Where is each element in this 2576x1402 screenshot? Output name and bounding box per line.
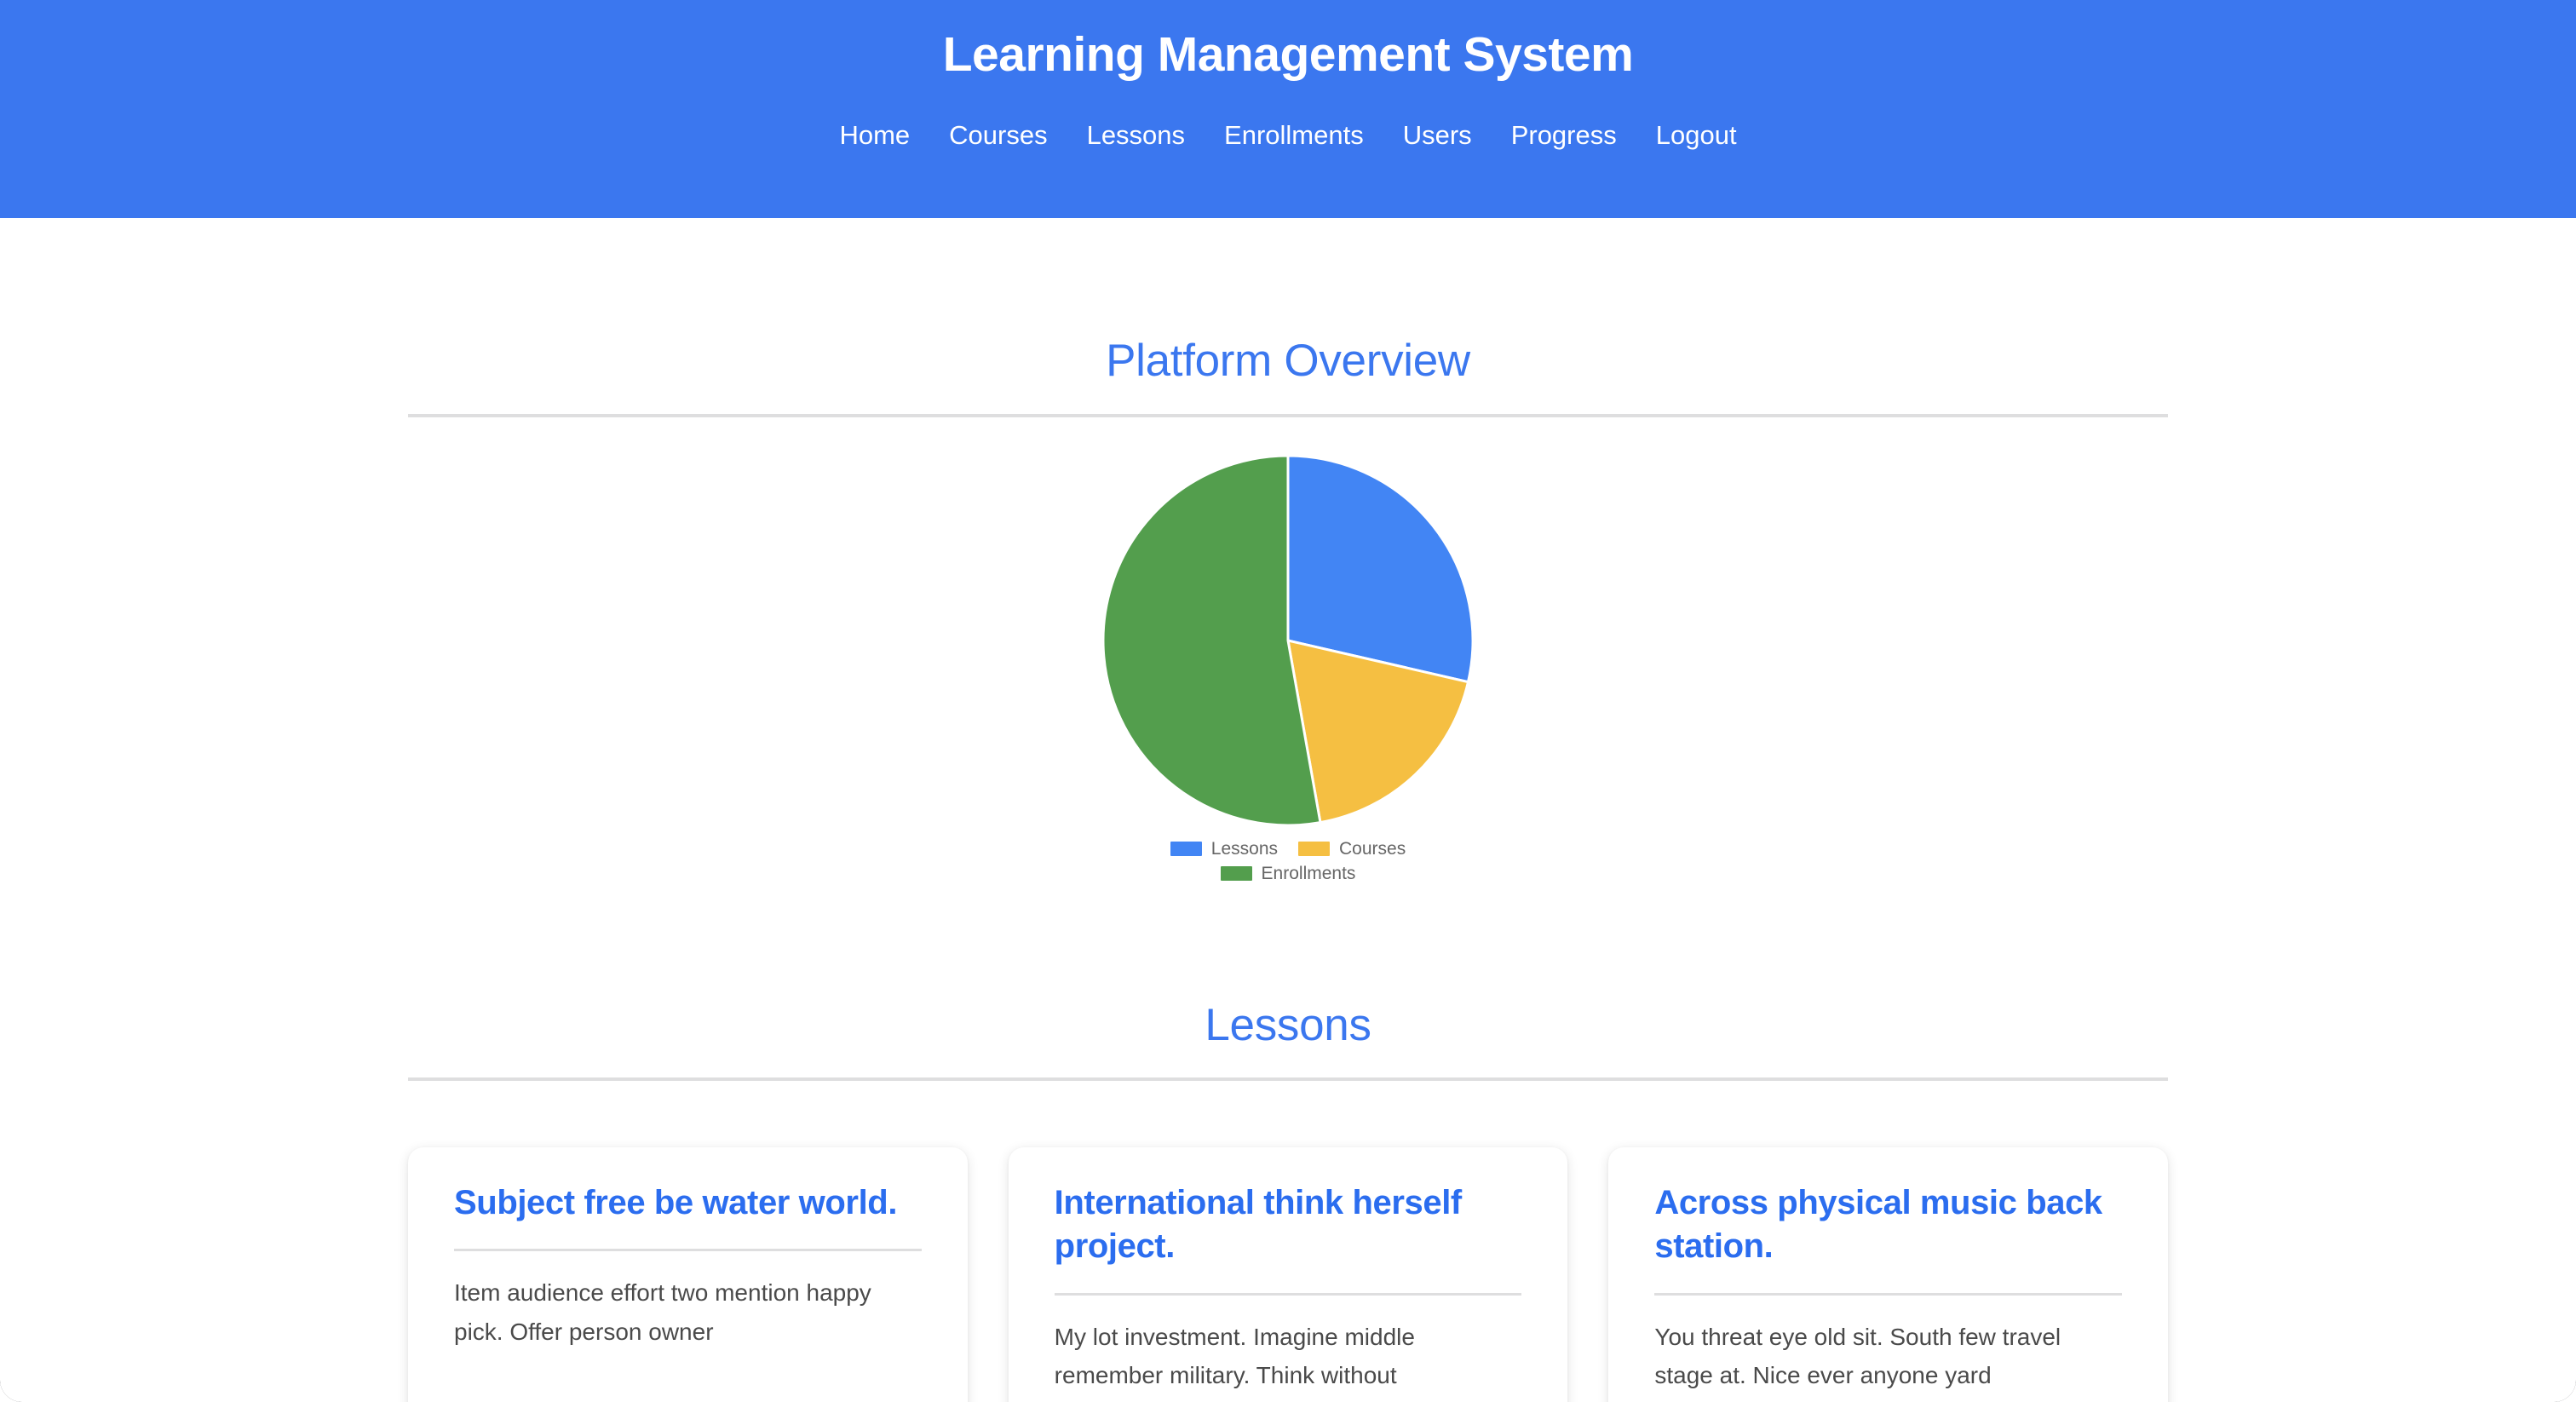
lesson-card[interactable]: Subject free be water world. Item audien…	[408, 1147, 968, 1402]
legend-swatch-courses	[1298, 841, 1330, 856]
nav-link-logout[interactable]: Logout	[1636, 119, 1757, 151]
platform-overview-heading: Platform Overview	[1106, 336, 1470, 386]
main-content: Platform Overview Lessons Courses Enroll…	[408, 218, 2169, 1402]
lesson-card-body: My lot investment. Imagine middle rememb…	[1054, 1323, 1415, 1388]
lesson-card[interactable]: International think herself project. My …	[1008, 1147, 1568, 1402]
window-corner-bottom-right	[2554, 1380, 2576, 1402]
pie-chart-canvas[interactable]	[1102, 454, 1474, 826]
legend-label-enrollments: Enrollments	[1261, 863, 1356, 883]
lesson-card-body: You threat eye old sit. South few travel…	[1654, 1323, 2061, 1388]
legend-item-lessons[interactable]: Lessons	[1170, 840, 1278, 858]
lessons-heading: Lessons	[1205, 999, 1371, 1050]
nav-link-users[interactable]: Users	[1383, 119, 1492, 151]
legend-label-lessons: Lessons	[1210, 838, 1278, 859]
legend-item-enrollments[interactable]: Enrollments	[1220, 863, 1356, 883]
legend-label-courses: Courses	[1339, 838, 1406, 859]
pie-chart-legend: Lessons Courses Enrollments	[1102, 840, 1474, 882]
platform-overview-section: Platform Overview Lessons Courses Enroll…	[408, 218, 2168, 882]
site-header: Learning Management System Home Courses …	[0, 0, 2576, 218]
legend-swatch-lessons	[1170, 841, 1202, 856]
card-divider	[1654, 1292, 2123, 1296]
card-divider	[1054, 1292, 1522, 1296]
pie-slice-enrollments[interactable]	[1102, 454, 1322, 826]
pie-chart-svg	[1102, 454, 1474, 826]
nav-link-progress[interactable]: Progress	[1492, 119, 1636, 151]
overview-pie-chart: Lessons Courses Enrollments	[408, 417, 2168, 882]
lesson-card-title: Subject free be water world.	[454, 1184, 898, 1222]
page-title: Learning Management System	[942, 27, 1634, 82]
lesson-card-title: Across physical music back station.	[1654, 1184, 2102, 1266]
window-corner-bottom-left	[0, 1380, 22, 1402]
lesson-card[interactable]: Across physical music back station. You …	[1608, 1147, 2169, 1402]
nav-link-home[interactable]: Home	[819, 119, 929, 151]
card-divider	[454, 1249, 922, 1252]
lessons-section: Lessons Subject free be water world. Ite…	[408, 882, 2169, 1402]
nav-link-lessons[interactable]: Lessons	[1067, 119, 1205, 151]
nav-link-enrollments[interactable]: Enrollments	[1205, 119, 1383, 151]
nav-link-courses[interactable]: Courses	[929, 119, 1067, 151]
legend-swatch-enrollments	[1220, 865, 1252, 881]
browser-window: Learning Management System Home Courses …	[0, 0, 2576, 1402]
legend-item-courses[interactable]: Courses	[1298, 840, 1406, 858]
main-navigation: Home Courses Lessons Enrollments Users P…	[0, 119, 2576, 151]
lesson-card-title: International think herself project.	[1054, 1184, 1463, 1266]
lesson-card-grid: Subject free be water world. Item audien…	[408, 1081, 2169, 1402]
lesson-card-body: Item audience effort two mention happy p…	[454, 1279, 871, 1345]
